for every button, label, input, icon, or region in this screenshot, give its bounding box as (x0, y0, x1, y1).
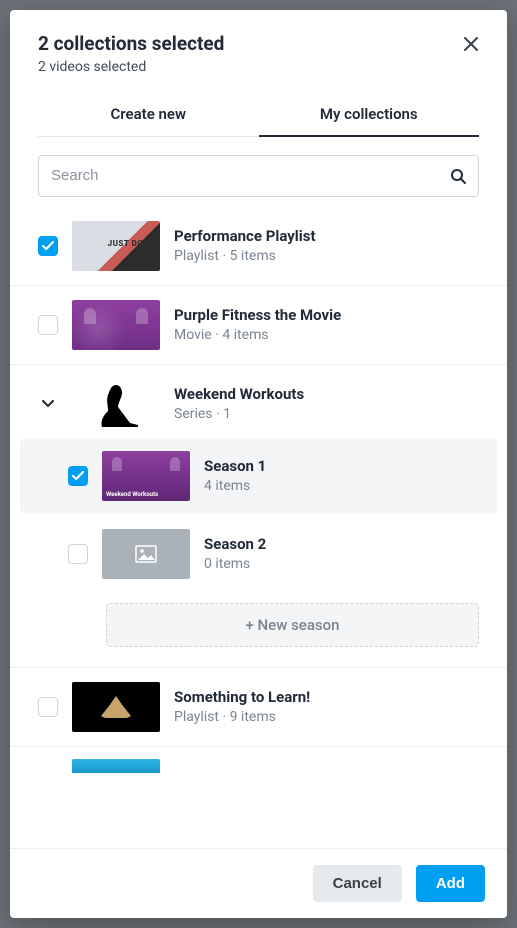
modal-header: 2 collections selected 2 videos selected (10, 10, 507, 75)
item-sub: Playlist · 5 items (174, 248, 479, 264)
list-item[interactable]: Performance Playlist Playlist · 5 items (10, 207, 507, 286)
chevron-down-icon[interactable] (38, 394, 58, 414)
item-name: Weekend Workouts (174, 385, 479, 405)
checkbox[interactable] (68, 544, 88, 564)
item-meta: Season 1 4 items (204, 457, 469, 495)
item-sub: 0 items (204, 556, 469, 572)
item-name: Season 1 (204, 457, 469, 477)
thumbnail (72, 379, 160, 429)
list-item[interactable]: Purple Fitness the Movie Movie · 4 items (10, 286, 507, 365)
thumbnail (72, 759, 160, 773)
collection-list[interactable]: Performance Playlist Playlist · 5 items … (10, 207, 507, 848)
close-icon[interactable] (461, 34, 481, 54)
thumbnail (72, 221, 160, 271)
tab-create-new[interactable]: Create new (38, 93, 259, 137)
thumbnail (72, 682, 160, 732)
modal-footer: Cancel Add (10, 848, 507, 918)
checkbox[interactable] (38, 236, 58, 256)
new-season-button[interactable]: + New season (106, 603, 479, 647)
item-sub: Movie · 4 items (174, 327, 479, 343)
item-sub: Series · 1 (174, 406, 479, 422)
thumbnail: Weekend Workouts (102, 451, 190, 501)
modal-subtitle: 2 videos selected (38, 59, 479, 75)
thumbnail (72, 300, 160, 350)
list-item[interactable]: Weekend Workouts Series · 1 (10, 365, 507, 435)
list-item[interactable]: Something to Learn! Playlist · 9 items (10, 668, 507, 747)
checkbox[interactable] (68, 466, 88, 486)
tab-my-collections[interactable]: My collections (259, 93, 480, 137)
item-sub: 4 items (204, 478, 469, 494)
season-list: Weekend Workouts Season 1 4 items Season… (10, 439, 507, 668)
item-meta: Performance Playlist Playlist · 5 items (174, 227, 479, 265)
season-item[interactable]: Season 2 0 items (20, 517, 497, 591)
search-field[interactable] (38, 155, 479, 197)
item-meta: Something to Learn! Playlist · 9 items (174, 688, 479, 726)
item-name: Performance Playlist (174, 227, 479, 247)
modal-title: 2 collections selected (38, 32, 479, 57)
search-icon (450, 168, 466, 184)
item-name: Something to Learn! (174, 688, 479, 708)
add-to-collection-modal: 2 collections selected 2 videos selected… (10, 10, 507, 918)
item-sub: Playlist · 9 items (174, 709, 479, 725)
item-meta: Weekend Workouts Series · 1 (174, 385, 479, 423)
item-name: Season 2 (204, 535, 469, 555)
item-meta: Purple Fitness the Movie Movie · 4 items (174, 306, 479, 344)
tabs: Create new My collections (38, 93, 479, 137)
list-item[interactable] (10, 747, 507, 779)
item-meta: Season 2 0 items (204, 535, 469, 573)
cancel-button[interactable]: Cancel (313, 865, 402, 902)
add-button[interactable]: Add (416, 865, 485, 902)
season-item[interactable]: Weekend Workouts Season 1 4 items (20, 439, 497, 513)
search-input[interactable] (51, 167, 450, 184)
item-name: Purple Fitness the Movie (174, 306, 479, 326)
checkbox[interactable] (38, 315, 58, 335)
thumbnail-placeholder (102, 529, 190, 579)
checkbox[interactable] (38, 697, 58, 717)
